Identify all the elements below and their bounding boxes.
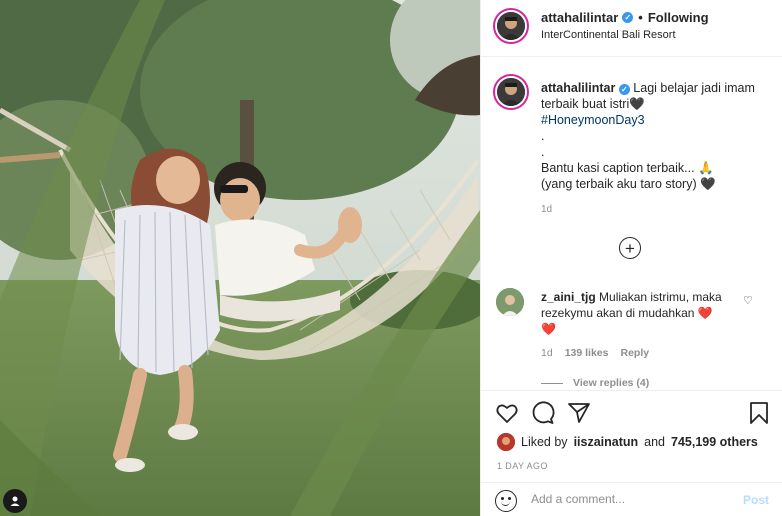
tagged-users-icon[interactable] — [3, 489, 27, 513]
emoji-picker-icon[interactable] — [495, 490, 517, 512]
comment-like-count[interactable]: 139 likes — [565, 347, 609, 359]
comment-timestamp: 1d — [541, 347, 553, 359]
post-location[interactable]: InterContinental Bali Resort — [541, 29, 676, 41]
black-heart-icon-2: 🖤 — [700, 177, 716, 191]
post-timestamp[interactable]: 1 DAY AGO — [497, 461, 548, 471]
add-comment-input[interactable] — [531, 492, 731, 506]
view-replies-button[interactable]: View replies (4) — [541, 377, 649, 389]
add-comment-bar: Post — [481, 482, 782, 516]
liked-by-prefix: Liked by — [521, 435, 568, 449]
post-actions: Liked by iiszainatun and 745,199 others … — [481, 390, 782, 480]
post-comment-button[interactable]: Post — [743, 493, 769, 507]
caption-dot-2: . — [541, 145, 545, 159]
following-button[interactable]: Following — [648, 10, 709, 25]
post-image — [0, 0, 480, 516]
red-heart-icon: ❤️ — [697, 306, 713, 320]
red-heart-icon-2: ❤️ — [541, 322, 556, 336]
caption-username[interactable]: attahalilintar — [541, 81, 615, 95]
load-more-comments-icon[interactable]: + — [619, 237, 641, 259]
comment-reply-button[interactable]: Reply — [620, 347, 649, 359]
liked-by-line: Liked by iiszainatun and 745,199 others — [497, 433, 758, 451]
author-avatar[interactable] — [493, 8, 529, 44]
caption-author-avatar[interactable] — [493, 74, 529, 110]
view-replies-line — [541, 382, 563, 384]
like-heart-icon[interactable] — [495, 401, 519, 425]
caption-text: attahalilintar ✓ Lagi belajar jadi imam … — [541, 80, 766, 192]
commenter-avatar[interactable] — [496, 288, 524, 316]
comment-bubble-icon[interactable] — [531, 401, 555, 425]
caption-timestamp: 1d — [541, 204, 553, 215]
caption-line-3: (yang terbaik aku taro story) — [541, 177, 697, 191]
liked-by-user[interactable]: iiszainatun — [574, 435, 639, 449]
author-username[interactable]: attahalilintar — [541, 10, 618, 25]
share-paper-plane-icon[interactable] — [567, 401, 591, 425]
comment-text: z_aini_tjg Muliakan istrimu, maka rezeky… — [541, 289, 741, 337]
pray-icon: 🙏 — [698, 161, 714, 175]
view-replies-label: View replies (4) — [573, 377, 650, 389]
caption-line-2: Bantu kasi caption terbaik... — [541, 161, 695, 175]
liked-by-and: and — [644, 435, 666, 449]
save-bookmark-icon[interactable] — [747, 401, 771, 425]
black-heart-icon: 🖤 — [629, 97, 645, 111]
caption-verified-badge-icon: ✓ — [618, 84, 630, 95]
liked-by-avatar[interactable] — [497, 433, 515, 451]
post-photo[interactable] — [0, 0, 480, 516]
verified-badge-icon: ✓ — [622, 12, 634, 23]
caption-dot-1: . — [541, 129, 545, 143]
caption-hashtag[interactable]: #HoneymoonDay3 — [541, 113, 645, 127]
comment-meta: 1d 139 likes Reply — [541, 347, 649, 359]
header-separator: • — [638, 10, 643, 25]
commenter-username[interactable]: z_aini_tjg — [541, 290, 596, 304]
comment-like-heart-icon[interactable]: ♡ — [743, 294, 753, 307]
post-side-panel: attahalilintar ✓ • Following InterContin… — [480, 0, 782, 516]
post-header: attahalilintar ✓ • Following InterContin… — [481, 0, 782, 57]
liked-by-count[interactable]: 745,199 others — [671, 435, 758, 449]
header-user-line: attahalilintar ✓ • Following — [541, 10, 709, 25]
